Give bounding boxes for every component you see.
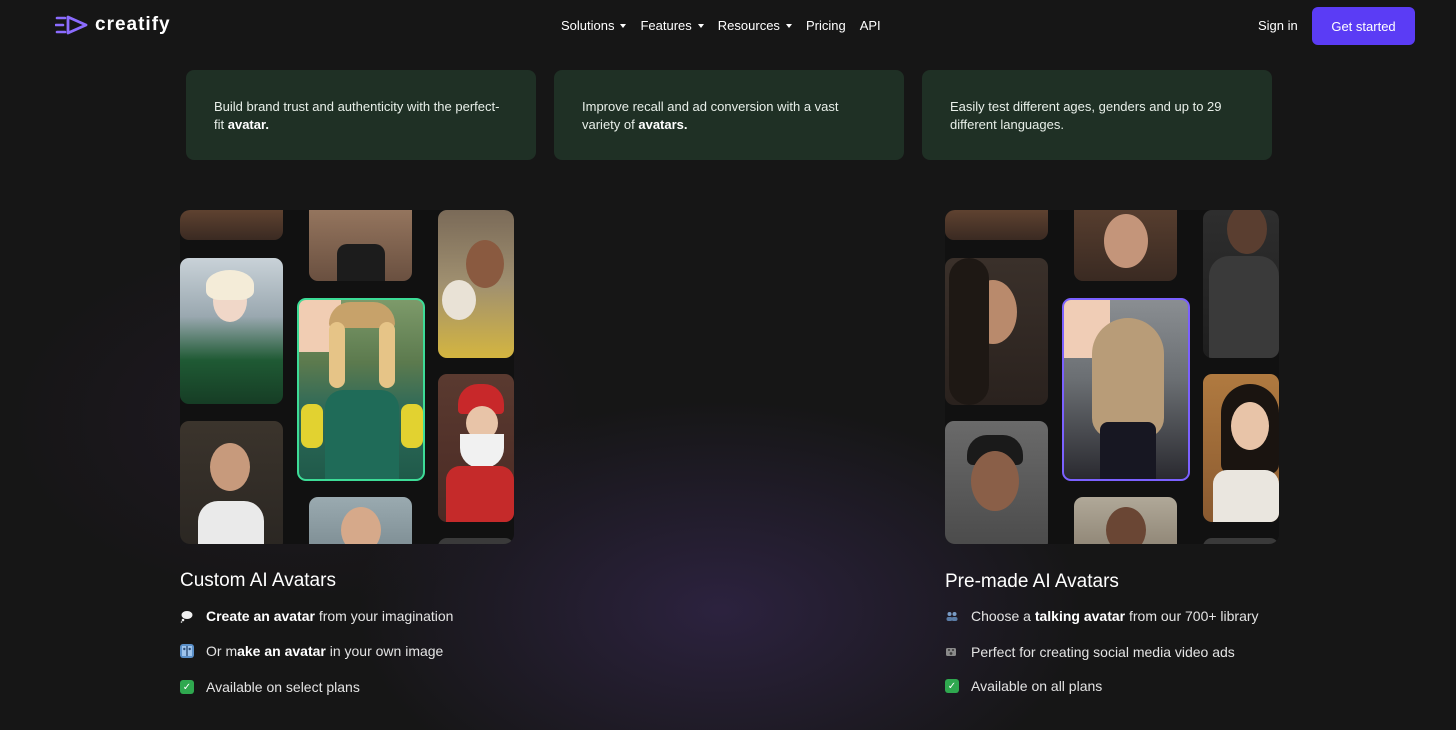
bullet-bold: ake an avatar [237, 643, 326, 659]
bullet-text: Available on all plans [971, 678, 1103, 694]
menu-features[interactable]: Features [640, 18, 704, 33]
premade-bullet: Perfect for creating social media video … [945, 644, 1235, 660]
bullet-pre: Choose a [971, 608, 1035, 624]
avatar-thumbnail [1203, 210, 1279, 358]
benefit-text: Improve recall and ad conversion with a … [582, 99, 839, 132]
avatar-thumbnail [438, 210, 514, 358]
thought-bubble-icon [180, 609, 194, 623]
bullet-text: Available on select plans [206, 679, 360, 695]
check-icon: ✓ [180, 680, 194, 694]
premade-bullet: ✓ Available on all plans [945, 678, 1102, 694]
bullet-text: Perfect for creating social media video … [971, 644, 1235, 660]
custom-avatars-title: Custom AI Avatars [180, 570, 336, 591]
benefit-card: Improve recall and ad conversion with a … [554, 70, 904, 160]
menu-resources[interactable]: Resources [718, 18, 792, 33]
bullet-rest: in your own image [325, 643, 444, 659]
film-icon [945, 645, 959, 659]
menu-label: Features [640, 18, 692, 33]
brand-name: creatify [95, 14, 171, 35]
check-icon: ✓ [945, 679, 959, 693]
get-started-button[interactable]: Get started [1312, 7, 1415, 45]
avatar-thumbnail [945, 210, 1048, 240]
bullet-text: Create an avatar from your imagination [206, 608, 453, 624]
premade-avatars-title: Pre-made AI Avatars [945, 571, 1119, 592]
benefit-text: Easily test different ages, genders and … [950, 99, 1222, 132]
custom-bullet: Or make an avatar in your own image [180, 643, 443, 659]
avatar-thumbnail [438, 374, 514, 522]
avatar-thumbnail [438, 538, 514, 544]
menu-pricing[interactable]: Pricing [806, 18, 846, 33]
bullet-text: Choose a talking avatar from our 700+ li… [971, 608, 1259, 624]
caret-down-icon [697, 24, 704, 28]
premade-bullet: Choose a talking avatar from our 700+ li… [945, 608, 1259, 624]
benefit-card: Build brand trust and authenticity with … [186, 70, 536, 160]
avatar-thumbnail [945, 421, 1048, 544]
person-mirror-icon [180, 644, 194, 658]
brand-logo[interactable]: creatify [55, 14, 171, 36]
caret-down-icon [620, 24, 627, 28]
people-icon [945, 609, 959, 623]
bullet-text: Or make an avatar in your own image [206, 643, 443, 659]
custom-bullet: Create an avatar from your imagination [180, 608, 453, 624]
featured-avatar[interactable] [297, 298, 425, 481]
top-nav: creatify Solutions Features Resources Pr… [0, 0, 1456, 52]
avatar-thumbnail [309, 497, 412, 544]
bullet-bold: talking avatar [1034, 608, 1126, 624]
bullet-rest: from our 700+ library [1125, 608, 1259, 624]
featured-avatar[interactable] [1062, 298, 1190, 481]
menu-label: Pricing [805, 18, 846, 33]
menu-label: API [859, 18, 881, 33]
menu-api[interactable]: API [860, 18, 881, 33]
custom-avatar-grid [180, 210, 514, 544]
avatar-thumbnail [1074, 497, 1177, 544]
sign-in-link[interactable]: Sign in [1258, 18, 1298, 33]
menu-label: Solutions [561, 18, 615, 33]
avatar-thumbnail [180, 210, 283, 240]
bullet-rest: from your imagination [314, 608, 454, 624]
bullet-pre: Or m [206, 643, 238, 659]
avatar-thumbnail [180, 258, 283, 404]
avatar-thumbnail [1203, 538, 1279, 544]
benefit-card: Easily test different ages, genders and … [922, 70, 1272, 160]
avatar-thumbnail [309, 210, 412, 281]
bullet-bold: Create an avatar [206, 608, 315, 624]
avatar-thumbnail [1203, 374, 1279, 522]
benefit-bold: avatar. [227, 117, 269, 132]
creatify-logo-icon [55, 15, 88, 35]
avatar-thumbnail [1074, 210, 1177, 281]
menu-label: Resources [717, 18, 780, 33]
main-menu: Solutions Features Resources Pricing API [561, 18, 881, 33]
avatar-thumbnail [945, 258, 1048, 405]
caret-down-icon [785, 24, 792, 28]
avatar-thumbnail [180, 421, 283, 544]
premade-avatar-grid [945, 210, 1279, 544]
menu-solutions[interactable]: Solutions [561, 18, 627, 33]
benefit-bold: avatars. [638, 117, 688, 132]
custom-bullet: ✓ Available on select plans [180, 679, 360, 695]
